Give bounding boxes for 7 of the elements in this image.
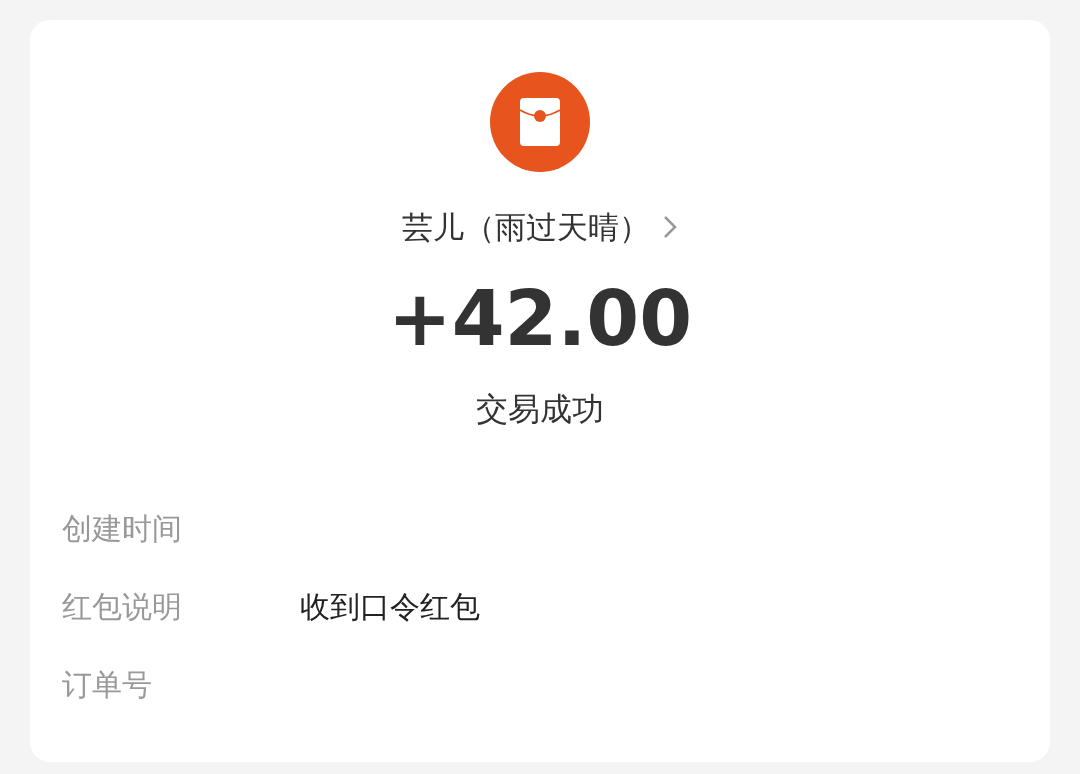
payer-name[interactable]: 芸儿（雨过天晴）	[402, 204, 650, 251]
amount: +42.00	[387, 280, 693, 357]
detail-label: 创建时间	[62, 510, 183, 548]
status-text: 交易成功	[476, 388, 604, 430]
detail-label: 订单号	[62, 666, 153, 704]
detail-value: 收到口令红包	[300, 588, 480, 626]
detail-label: 红包说明	[62, 588, 183, 626]
